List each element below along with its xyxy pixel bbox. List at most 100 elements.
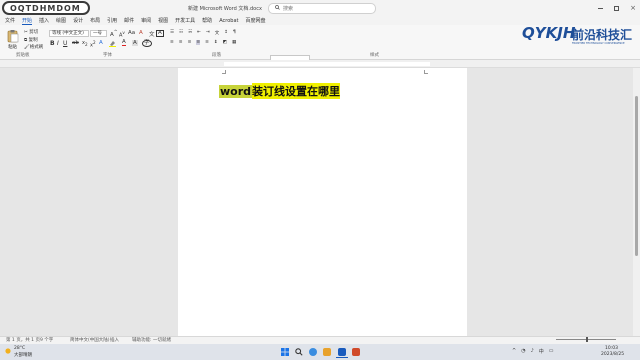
justify-icon[interactable]: ≡: [196, 40, 201, 45]
word-count[interactable]: 9 个字: [40, 337, 53, 343]
superscript-button[interactable]: x2: [90, 40, 96, 49]
char-border-button[interactable]: A: [156, 30, 164, 37]
brand-latin: QYKJH: [522, 24, 576, 42]
menu-tab[interactable]: 视图: [158, 17, 168, 24]
search-taskbar-icon[interactable]: [295, 348, 303, 356]
paste-label: 粘贴: [8, 45, 17, 50]
show-marks-icon[interactable]: ¶: [233, 30, 236, 36]
weather-icon[interactable]: [4, 347, 12, 355]
menu-tab[interactable]: 开始: [22, 17, 33, 25]
network-icon[interactable]: ◔: [521, 348, 525, 355]
document-page[interactable]: [178, 68, 467, 336]
paste-button[interactable]: [6, 29, 20, 43]
subscript-button[interactable]: x2: [82, 40, 88, 47]
strikethrough-button[interactable]: ab: [72, 40, 79, 46]
brand-logo: QYKJH 前沿科技汇 FRONTIER TECHNOLOGY CONVERGE…: [522, 24, 638, 50]
menu-tab[interactable]: 引用: [107, 17, 117, 24]
line-spacing-icon[interactable]: ↨: [214, 40, 218, 45]
close-icon[interactable]: ×: [630, 5, 636, 12]
maximize-icon[interactable]: [614, 5, 620, 11]
decrease-indent-icon[interactable]: ⇤: [197, 30, 201, 36]
battery-icon[interactable]: ▭: [549, 348, 554, 355]
brand-tagline: FRONTIER TECHNOLOGY CONVERGENCE: [572, 42, 625, 45]
shading-icon[interactable]: ◩: [223, 40, 227, 45]
chevron-up-icon[interactable]: ^: [512, 348, 516, 355]
bullets-icon[interactable]: ☰: [170, 30, 174, 36]
distributed-icon[interactable]: ≡: [205, 40, 209, 45]
page-count[interactable]: 第 1 页，共 1 页: [6, 337, 40, 343]
app-taskbar-icon[interactable]: [352, 348, 360, 356]
chinese-layout-icon[interactable]: 文: [215, 30, 220, 36]
menu-tab[interactable]: 邮件: [124, 17, 134, 24]
multilevel-list-icon[interactable]: ☵: [188, 30, 192, 36]
cut-button[interactable]: ✂ 剪切: [24, 29, 38, 35]
borders-icon[interactable]: ▦: [232, 40, 236, 45]
speaker-icon[interactable]: ♪: [531, 348, 534, 355]
ruler-text-area: [224, 62, 430, 66]
document-heading[interactable]: word 装订线设置在哪里: [219, 81, 341, 101]
crop-mark-left: [222, 70, 226, 74]
bold-button[interactable]: B: [50, 40, 55, 47]
grow-font-button[interactable]: A^: [110, 30, 118, 38]
font-name-select[interactable]: 等线 (中文正文): [49, 30, 89, 37]
brand-chinese: 前沿科技汇: [572, 28, 633, 42]
increase-indent-icon[interactable]: ⇥: [206, 30, 210, 36]
word-taskbar-icon[interactable]: [338, 348, 346, 356]
menu-tab[interactable]: Acrobat: [219, 18, 238, 24]
zoom-slider-thumb[interactable]: [586, 337, 588, 342]
menu-tab[interactable]: 百度网盘: [245, 17, 265, 24]
clock-time[interactable]: 10:03: [605, 346, 618, 351]
accessibility-status[interactable]: 辅助功能: 一切就绪: [132, 337, 171, 343]
underline-button[interactable]: U: [63, 40, 67, 47]
system-tray: ^ ◔ ♪ 中 ▭: [512, 348, 554, 355]
paragraph-group-label: 段落: [212, 53, 221, 58]
minimize-icon[interactable]: [598, 7, 603, 9]
copy-icon: ⧉: [24, 38, 28, 43]
enclose-char-button[interactable]: 字: [142, 40, 152, 47]
char-shading-button[interactable]: A: [132, 40, 138, 46]
heading-word: word: [219, 84, 253, 98]
menu-tab[interactable]: 审阅: [141, 17, 151, 24]
copy-button[interactable]: ⧉ 复制: [24, 37, 38, 43]
menu-tab[interactable]: 插入: [39, 17, 49, 24]
weather-temp[interactable]: 28°C: [14, 346, 25, 351]
font-size-select[interactable]: 一号: [90, 30, 107, 37]
highlight-color-button[interactable]: [109, 40, 116, 47]
input-method-icon[interactable]: 中: [539, 348, 544, 355]
sort-icon[interactable]: ↕: [224, 30, 228, 36]
font-color-button[interactable]: A: [122, 39, 126, 46]
clock-date[interactable]: 2023/8/25: [601, 352, 624, 357]
active-app-indicator: [336, 357, 348, 358]
menu-tab[interactable]: 帮助: [202, 17, 212, 24]
weather-desc[interactable]: 大部晴朗: [14, 352, 32, 358]
menu-tab[interactable]: 开发工具: [175, 17, 195, 24]
search-input[interactable]: 搜索: [268, 3, 376, 14]
edge-icon[interactable]: [309, 348, 317, 356]
format-painter-button[interactable]: 🖌格式刷: [24, 44, 43, 50]
italic-button[interactable]: I: [57, 40, 59, 47]
align-center-icon[interactable]: ≡: [179, 40, 183, 45]
start-icon[interactable]: [281, 348, 289, 356]
clear-format-button[interactable]: A: [139, 30, 143, 36]
menu-tab[interactable]: 文件: [5, 17, 15, 24]
clipboard-group-label: 剪贴板: [16, 53, 30, 58]
scissors-icon: ✂: [24, 30, 28, 35]
styles-group-label: 样式: [370, 53, 379, 58]
align-left-icon[interactable]: ≡: [170, 40, 174, 45]
shrink-font-button[interactable]: Av: [119, 30, 125, 39]
crop-mark-right: [424, 70, 428, 74]
menu-tab[interactable]: 布局: [90, 17, 100, 24]
phonetic-guide-button[interactable]: 文: [149, 30, 155, 38]
scrollbar-thumb[interactable]: [635, 96, 638, 256]
language-indicator[interactable]: 简体中文(中国大陆): [70, 337, 110, 343]
numbering-icon[interactable]: ☷: [179, 30, 183, 36]
menu-tab[interactable]: 设计: [73, 17, 83, 24]
change-case-button[interactable]: Aa: [128, 30, 135, 36]
document-title: 新建 Microsoft Word 文档.docx: [188, 6, 262, 12]
heading-text: 装订线设置在哪里: [252, 83, 341, 99]
text-effects-button[interactable]: A: [99, 40, 103, 46]
insert-mode[interactable]: 插入: [110, 337, 119, 343]
align-right-icon[interactable]: ≡: [188, 40, 192, 45]
menu-tab[interactable]: 绘图: [56, 17, 66, 24]
file-explorer-icon[interactable]: [323, 348, 331, 356]
